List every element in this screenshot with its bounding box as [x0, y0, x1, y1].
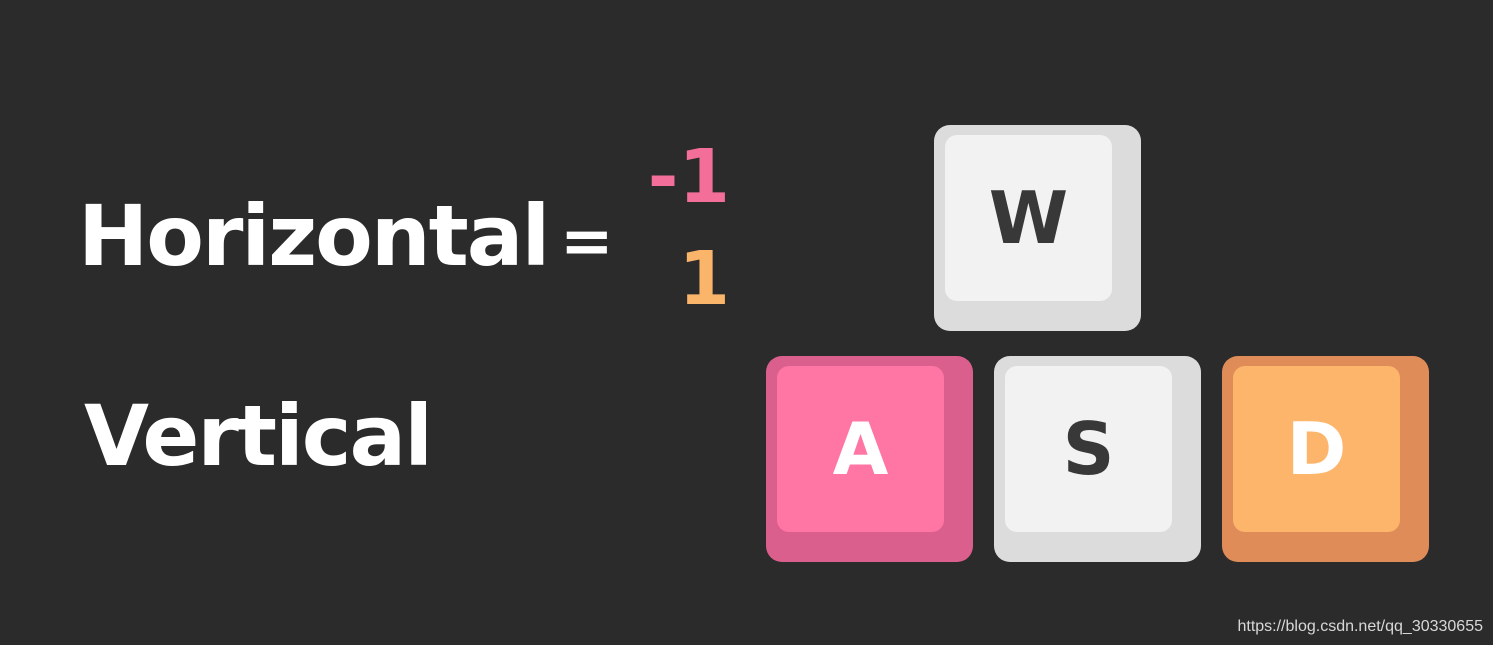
key-a-cap: A: [777, 366, 944, 532]
key-s-label: S: [1062, 407, 1115, 491]
equals-sign: =: [560, 205, 614, 279]
key-s-cap: S: [1005, 366, 1172, 532]
key-d-cap: D: [1233, 366, 1400, 532]
key-w-cap: W: [945, 135, 1112, 301]
key-d[interactable]: D: [1222, 356, 1429, 562]
vertical-label: Vertical: [84, 387, 433, 485]
value-negative-one: -1: [647, 134, 730, 220]
horizontal-label: Horizontal: [78, 187, 550, 285]
value-positive-one: 1: [678, 236, 731, 322]
key-w-label: W: [988, 176, 1069, 260]
key-a-label: A: [832, 407, 889, 491]
key-s[interactable]: S: [994, 356, 1201, 562]
key-d-label: D: [1286, 407, 1347, 491]
key-a[interactable]: A: [766, 356, 973, 562]
watermark-url: https://blog.csdn.net/qq_30330655: [1237, 618, 1483, 635]
key-w[interactable]: W: [934, 125, 1141, 331]
